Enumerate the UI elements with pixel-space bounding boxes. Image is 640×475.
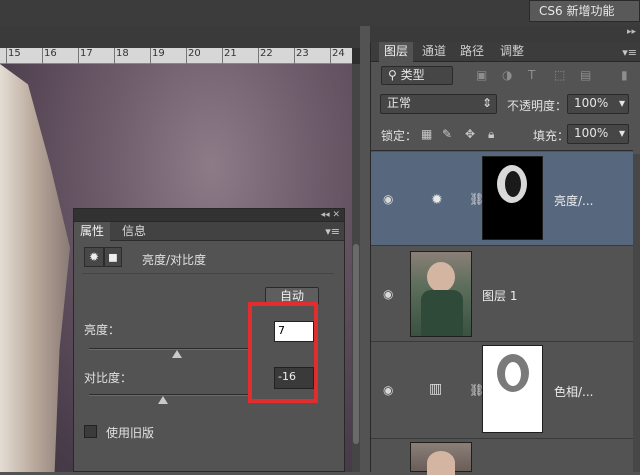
ruler-tick: 15 — [6, 48, 26, 64]
eye-icon[interactable]: ◉ — [383, 287, 393, 301]
opacity-label: 不透明度： — [507, 99, 568, 113]
properties-panel-header[interactable]: ◂◂ ✕ — [74, 209, 344, 222]
lock-label: 锁定： — [381, 129, 418, 143]
layers-tabs: 图层 通道 路径 调整 ▾≡ — [371, 42, 640, 62]
layers-menu-icon[interactable]: ▾≡ — [622, 46, 637, 59]
scrollbar-thumb[interactable] — [353, 244, 359, 444]
layer-row[interactable]: ◉ ✹ ⛓ 亮度/... — [371, 152, 633, 246]
hue-saturation-icon: ▥ — [429, 381, 443, 397]
contrast-slider[interactable] — [89, 394, 249, 396]
adjustment-filter-icon[interactable]: ◑ — [502, 68, 512, 82]
shape-filter-icon[interactable]: ⬚ — [554, 68, 565, 82]
panel-dock-bar: ▸▸ — [370, 26, 640, 42]
layers-panel: 图层 通道 路径 调整 ▾≡ ⚲ 类型 ▣ ◑ T ⬚ ▤ ▮ 正常 ⇕ 不透明度… — [370, 42, 640, 475]
layer-mask-thumbnail[interactable] — [482, 345, 543, 433]
collapse-panel-icon[interactable]: ◂◂ ✕ — [321, 209, 340, 221]
type-filter-icon[interactable]: T — [528, 68, 535, 82]
layer-name[interactable]: 亮度/... — [554, 192, 594, 209]
workspace-switcher[interactable]: CS6 新增功能 — [529, 0, 640, 22]
search-icon: ⚲ — [388, 68, 401, 82]
contrast-slider-handle[interactable] — [157, 396, 168, 404]
lock-all-icon[interactable]: 🔒︎ — [488, 127, 494, 142]
highlight-box — [248, 302, 318, 403]
layer-name[interactable]: 图层 1 — [482, 287, 517, 304]
document-tab-strip — [0, 26, 360, 48]
ruler-tick: 17 — [78, 48, 98, 64]
brightness-adjustment-icon: ✹ — [84, 247, 104, 267]
tab-adjustments[interactable]: 调整 — [495, 42, 529, 62]
filter-kind-select[interactable]: ⚲ 类型 — [381, 66, 453, 85]
layer-row[interactable]: ◉ ▥ ⛓ 色相/... — [371, 343, 633, 439]
tab-layers[interactable]: 图层 — [379, 42, 414, 62]
lock-transparent-icon[interactable]: ▦ — [421, 127, 432, 141]
ruler-tick: 19 — [150, 48, 170, 64]
blend-mode-select[interactable]: 正常 ⇕ — [380, 94, 497, 114]
ruler-tick: 18 — [114, 48, 134, 64]
ruler-tick: 21 — [222, 48, 242, 64]
layer-row[interactable]: ◉ 图层 1 — [371, 247, 633, 342]
collapse-dock-icon[interactable]: ▸▸ — [627, 26, 636, 38]
eye-icon[interactable]: ◉ — [383, 383, 393, 397]
adjustment-title: 亮度/对比度 — [142, 253, 207, 267]
ruler-tick: 23 — [294, 48, 314, 64]
lock-paint-brush-icon[interactable]: ✎ — [442, 127, 452, 141]
brightness-label: 亮度： — [84, 323, 121, 337]
ruler-tick: 16 — [42, 48, 62, 64]
contrast-label: 对比度： — [84, 371, 133, 385]
ruler-tick: 24 — [330, 48, 350, 64]
filter-toggle-icon[interactable]: ▮ — [621, 68, 628, 82]
tab-paths[interactable]: 路径 — [455, 42, 489, 62]
fill-label: 填充： — [533, 129, 570, 143]
legacy-checkbox[interactable] — [84, 425, 97, 438]
layer-mask-thumbnail[interactable] — [482, 156, 543, 240]
ruler-tick: 20 — [186, 48, 206, 64]
horizontal-ruler: 15 16 17 18 19 20 21 22 23 24 — [0, 48, 352, 64]
chevron-down-icon: ▾ — [618, 126, 625, 140]
mask-icon[interactable]: ◼ — [104, 247, 122, 267]
sun-icon: ✹ — [431, 192, 443, 208]
tab-info[interactable]: 信息 — [116, 222, 152, 241]
layer-thumbnail[interactable] — [410, 442, 472, 475]
properties-tabs: 属性 信息 ▾≡ — [74, 222, 344, 241]
legacy-label: 使用旧版 — [106, 426, 155, 440]
chevron-down-icon: ▾ — [618, 96, 625, 110]
tab-properties[interactable]: 属性 — [74, 222, 111, 241]
canvas-scrollbar[interactable] — [352, 64, 360, 472]
pixel-filter-icon[interactable]: ▣ — [476, 68, 487, 82]
divider — [82, 273, 334, 274]
brightness-slider[interactable] — [89, 348, 249, 350]
layer-name[interactable]: 色相/... — [554, 383, 594, 400]
panel-menu-icon[interactable]: ▾≡ — [325, 225, 340, 238]
layer-thumbnail[interactable] — [410, 251, 472, 337]
lock-move-icon[interactable]: ✥ — [465, 127, 475, 141]
smart-object-filter-icon[interactable]: ▤ — [580, 68, 591, 82]
opacity-input[interactable]: 100% ▾ — [567, 94, 629, 114]
brightness-slider-handle[interactable] — [172, 350, 182, 358]
fill-input[interactable]: 100% ▾ — [567, 124, 629, 144]
chevron-down-icon: ⇕ — [481, 96, 492, 110]
ruler-tick: 22 — [258, 48, 278, 64]
layers-scrollbar[interactable] — [633, 154, 640, 472]
eye-icon[interactable]: ◉ — [383, 192, 393, 206]
layer-row[interactable] — [371, 440, 633, 475]
options-bar: CS6 新增功能 — [0, 0, 640, 26]
tab-channels[interactable]: 通道 — [417, 42, 451, 62]
